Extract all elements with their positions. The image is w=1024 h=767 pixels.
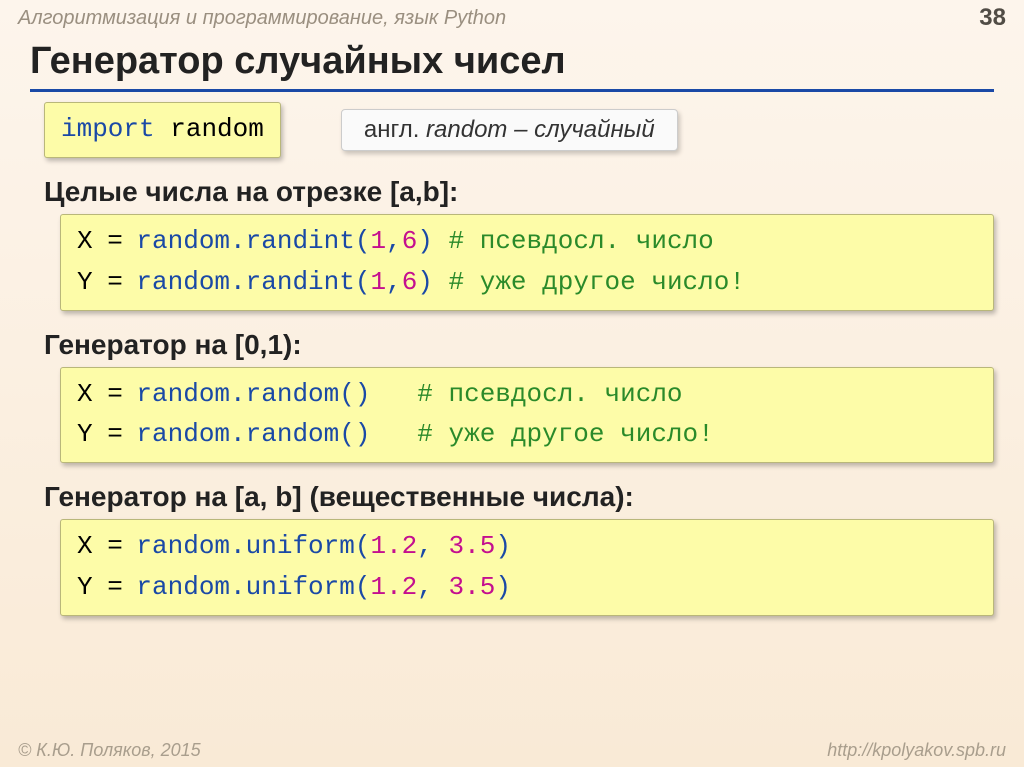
code-line: Y = random.uniform(1.2, 3.5) xyxy=(77,567,977,607)
translation-note: англ. random – случайный xyxy=(341,109,678,151)
import-row: import random англ. random – случайный xyxy=(44,102,1024,158)
footer-url: http://kpolyakov.spb.ru xyxy=(827,740,1006,761)
page-number: 38 xyxy=(979,4,1006,32)
code-block-randint: X = random.randint(1,6) # псевдосл. числ… xyxy=(60,214,994,311)
keyword-import: import xyxy=(61,114,155,144)
section-heading: Генератор на [a, b] (вещественные числа)… xyxy=(44,481,994,513)
section-heading: Целые числа на отрезке [a,b]: xyxy=(44,176,994,208)
breadcrumb: Алгоритмизация и программирование, язык … xyxy=(18,7,506,30)
footer: © К.Ю. Поляков, 2015 http://kpolyakov.sp… xyxy=(0,740,1024,761)
code-block-uniform: X = random.uniform(1.2, 3.5) Y = random.… xyxy=(60,519,994,616)
page-title: Генератор случайных чисел xyxy=(30,40,994,92)
note-prefix: англ. xyxy=(364,116,426,143)
header-bar: Алгоритмизация и программирование, язык … xyxy=(0,0,1024,32)
code-line: Y = random.randint(1,6) # уже другое чис… xyxy=(77,262,977,302)
note-tail: – случайный xyxy=(507,116,654,143)
code-block-random: X = random.random() # псевдосл. число Y … xyxy=(60,367,994,464)
code-line: Y = random.random() # уже другое число! xyxy=(77,414,977,454)
code-line: X = random.randint(1,6) # псевдосл. числ… xyxy=(77,221,977,261)
note-word: random xyxy=(426,116,507,143)
section-heading: Генератор на [0,1): xyxy=(44,329,994,361)
code-line: X = random.random() # псевдосл. число xyxy=(77,374,977,414)
import-code: import random xyxy=(44,102,281,158)
module-name: random xyxy=(170,114,264,144)
code-line: X = random.uniform(1.2, 3.5) xyxy=(77,526,977,566)
copyright: © К.Ю. Поляков, 2015 xyxy=(18,740,201,761)
